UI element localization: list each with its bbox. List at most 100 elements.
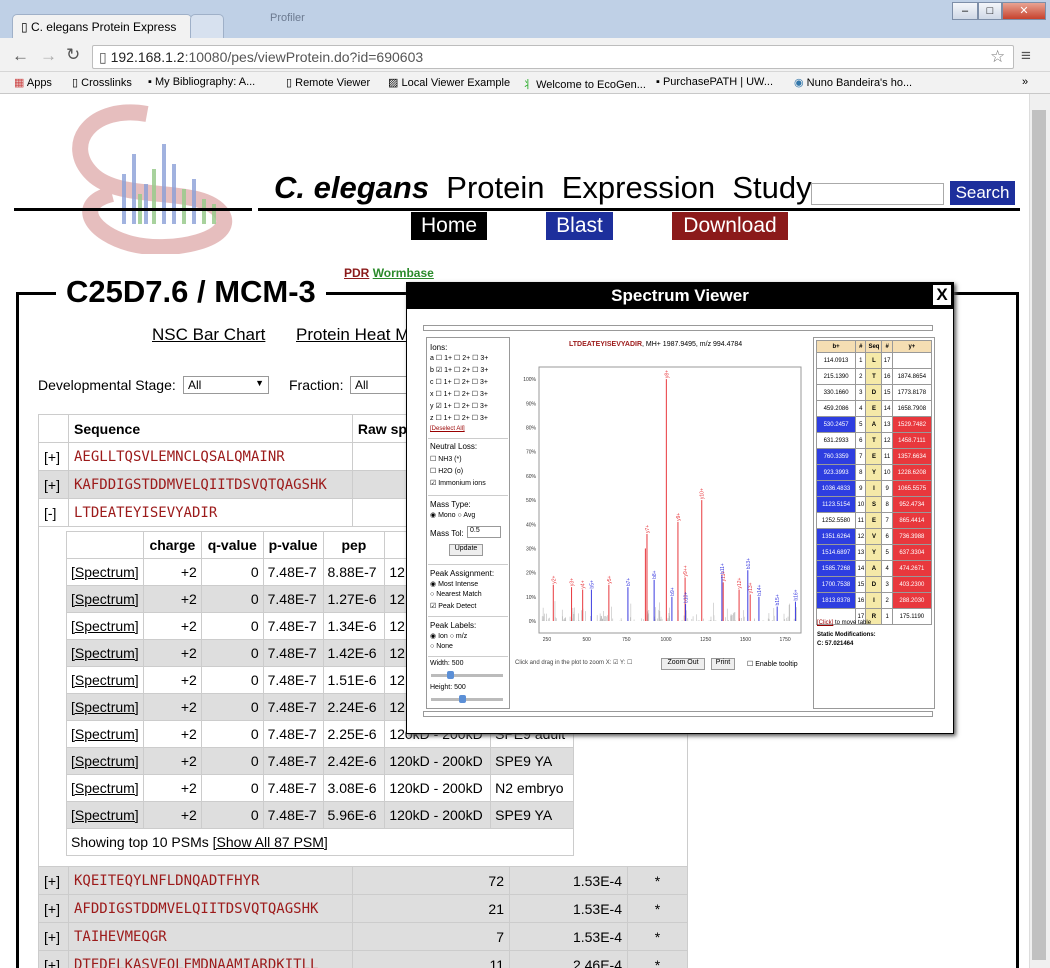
search-input[interactable] xyxy=(811,183,944,205)
deselect-all-link[interactable]: [Deselect All] xyxy=(430,426,465,432)
psm-qvalue: 0 xyxy=(200,801,264,829)
spectrum-link[interactable]: [Spectrum] xyxy=(66,720,144,748)
fraction-select[interactable]: All xyxy=(350,376,410,394)
image-icon: ▨ xyxy=(388,77,399,89)
move-table-link[interactable]: [Click] xyxy=(817,620,833,626)
peak-label: b8+ xyxy=(652,570,658,579)
spectrum-link[interactable]: [Spectrum] xyxy=(66,558,144,586)
fragment-ion-table: b+ # Seq # y+ 114.0913 1 L 17 215.1390 2 T 16 18… xyxy=(815,340,933,625)
bookmark-purchasepath[interactable]: ▪ PurchasePATH | UW... xyxy=(656,76,773,88)
spectrum-link[interactable]: [Spectrum] xyxy=(66,639,144,667)
print-button[interactable]: Print xyxy=(711,658,735,670)
expand-toggle[interactable]: [+] xyxy=(38,470,69,499)
height-slider[interactable] xyxy=(431,698,503,701)
y-tick-label: 0% xyxy=(529,619,537,625)
ion-row-b[interactable]: b ☑ 1+ ☐ 2+ ☐ 3+ xyxy=(430,366,488,374)
y-tick-label: 40% xyxy=(526,522,537,528)
spectrum-link[interactable]: [Spectrum] xyxy=(66,801,144,829)
expand-toggle[interactable]: [+] xyxy=(38,922,69,951)
spectrum-link[interactable]: [Spectrum] xyxy=(66,747,144,775)
spectrum-link[interactable]: [Spectrum] xyxy=(66,612,144,640)
bookmarks-overflow-icon[interactable]: » xyxy=(1022,76,1028,88)
peak-labels-none-radio[interactable]: ○ None xyxy=(430,643,453,650)
ion-row-x[interactable]: x ☐ 1+ ☐ 2+ ☐ 3+ xyxy=(430,390,488,398)
new-tab-button[interactable] xyxy=(190,14,224,38)
psm-sample: N2 embryo xyxy=(490,774,574,802)
external-links: PDR Wormbase xyxy=(344,266,434,280)
leaf-icon: ⺦ xyxy=(522,79,533,91)
ion-row-y[interactable]: y ☑ 1+ ☐ 2+ ☐ 3+ xyxy=(430,402,488,410)
b-index: 14 xyxy=(855,560,867,577)
protein-heatmap-link[interactable]: Protein Heat M xyxy=(296,325,409,345)
scrollbar-thumb[interactable] xyxy=(1032,110,1046,960)
nh3-checkbox[interactable]: ☐ NH3 (*) xyxy=(430,455,462,463)
search-button[interactable]: Search xyxy=(950,181,1015,205)
expand-toggle[interactable]: [+] xyxy=(38,442,69,471)
peak-label: y10+ xyxy=(700,488,706,499)
immonium-checkbox[interactable]: ☑ Immonium ions xyxy=(430,479,486,487)
peak-label: y2+ xyxy=(551,575,557,583)
height-slider-handle[interactable] xyxy=(459,695,466,703)
mass-tol-input[interactable]: 0.5 xyxy=(467,526,501,538)
bookmark-local-viewer[interactable]: ▨ Local Viewer Example xyxy=(388,76,510,89)
x-tick-label: 1500 xyxy=(740,637,751,643)
psm-qvalue: 0 xyxy=(200,693,264,721)
peak-detect-checkbox[interactable]: ☑ Peak Detect xyxy=(430,602,476,610)
ion-row-a[interactable]: a ☐ 1+ ☐ 2+ ☐ 3+ xyxy=(430,354,488,362)
expand-toggle[interactable]: [+] xyxy=(38,866,69,895)
b-ion-mass: 1585.7268 xyxy=(815,560,857,577)
nav-download[interactable]: Download xyxy=(672,212,788,240)
nsc-bar-chart-link[interactable]: NSC Bar Chart xyxy=(152,325,265,345)
psm-charge: +2 xyxy=(142,666,202,694)
close-window-button[interactable]: ✕ xyxy=(1002,2,1046,20)
close-icon[interactable]: X xyxy=(933,285,951,305)
most-intense-radio[interactable]: ◉ Most Intense xyxy=(430,580,478,588)
nav-home[interactable]: Home xyxy=(411,212,487,240)
bookmark-bibliography[interactable]: ▪ My Bibliography: A... xyxy=(148,76,255,88)
nav-blast[interactable]: Blast xyxy=(546,212,613,240)
maximize-button[interactable]: □ xyxy=(978,2,1002,20)
zoom-out-button[interactable]: Zoom Out xyxy=(661,658,705,670)
collapse-toggle[interactable]: [-] xyxy=(38,498,69,527)
psm-header-qvalue: q-value xyxy=(200,531,264,559)
bookmark-apps[interactable]: ▦ Apps xyxy=(14,76,52,89)
expand-toggle[interactable]: [+] xyxy=(38,894,69,923)
pdr-link[interactable]: PDR xyxy=(344,266,369,280)
address-bar[interactable]: ▯ 192.168.1.2:10080/pes/viewProtein.do?i… xyxy=(92,45,1014,69)
update-button[interactable]: Update xyxy=(449,544,483,556)
bookmark-crosslinks[interactable]: ▯ Crosslinks xyxy=(72,76,132,89)
b-index: 4 xyxy=(855,400,867,417)
show-all-psm-link[interactable]: [Show All 87 PSM] xyxy=(213,834,328,850)
width-slider[interactable] xyxy=(431,674,503,677)
expand-toggle[interactable]: [+] xyxy=(38,950,69,968)
wormbase-link[interactable]: Wormbase xyxy=(373,266,434,280)
spectrum-link[interactable]: [Spectrum] xyxy=(66,666,144,694)
stage-select[interactable]: All ▼ xyxy=(183,376,269,394)
ion-row-c[interactable]: c ☐ 1+ ☐ 2+ ☐ 3+ xyxy=(430,378,488,386)
spectrum-link[interactable]: [Spectrum] xyxy=(66,774,144,802)
spectrum-link[interactable]: [Spectrum] xyxy=(66,693,144,721)
options-panel: Ions: a ☐ 1+ ☐ 2+ ☐ 3+ b ☑ 1+ ☐ 2+ ☐ 3+ c … xyxy=(426,337,510,709)
peak-labels-radio[interactable]: ◉ Ion ○ m/z xyxy=(430,632,467,640)
nearest-match-radio[interactable]: ○ Nearest Match xyxy=(430,591,482,598)
reload-icon[interactable]: ↻ xyxy=(66,45,80,65)
enable-tooltip-checkbox[interactable]: ☐ Enable tooltip xyxy=(747,660,798,668)
forward-arrow-icon[interactable]: → xyxy=(40,46,57,66)
menu-icon[interactable]: ≡ xyxy=(1021,46,1031,66)
spectrum-link[interactable]: [Spectrum] xyxy=(66,585,144,613)
mass-type-radio[interactable]: ◉ Mono ○ Avg xyxy=(430,511,475,519)
bookmark-ecogene[interactable]: ⺦ Welcome to EcoGen... xyxy=(522,76,646,92)
spectrum-plot[interactable]: 0% 10% 20% 30% 40% 50% 60% 70% 80% 90% 100% 250 500 7… xyxy=(511,363,811,663)
ion-row-z[interactable]: z ☐ 1+ ☐ 2+ ☐ 3+ xyxy=(430,414,488,422)
bookmark-nuno[interactable]: ◉ Nuno Bandeira's ho... xyxy=(794,76,912,89)
back-arrow-icon[interactable]: ← xyxy=(12,46,29,66)
browser-tab-active[interactable]: ▯ C. elegans Protein Express xyxy=(12,14,192,38)
b-ion-mass: 530.2457 xyxy=(815,416,857,433)
minimize-button[interactable]: – xyxy=(952,2,978,20)
h2o-checkbox[interactable]: ☐ H2O (o) xyxy=(430,467,463,475)
width-slider-handle[interactable] xyxy=(447,671,454,679)
bookmark-remote-viewer[interactable]: ▯ Remote Viewer xyxy=(286,76,370,89)
url-path: :10080/pes/viewProtein.do?id=690603 xyxy=(184,49,424,65)
site-title: C. elegans Protein Expression Study xyxy=(274,170,812,205)
star-icon[interactable]: ☆ xyxy=(990,47,1005,67)
